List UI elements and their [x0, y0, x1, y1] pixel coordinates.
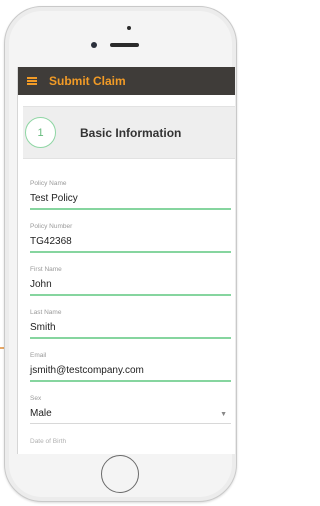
- field-underline: [30, 380, 231, 382]
- field-underline: [30, 294, 231, 296]
- step-number-badge: 1: [25, 117, 56, 148]
- first-name-field[interactable]: First Name John: [30, 266, 235, 309]
- first-name-input[interactable]: John: [30, 279, 52, 290]
- field-label: Policy Name: [30, 180, 67, 187]
- field-label: Email: [30, 352, 47, 359]
- policy-name-field[interactable]: Policy Name Test Policy: [30, 180, 235, 223]
- field-underline: [30, 208, 231, 210]
- sensor-dot: [127, 26, 131, 30]
- field-underline: [30, 251, 231, 253]
- front-camera: [91, 42, 97, 48]
- field-label: Date of Birth: [30, 438, 67, 445]
- dropdown-caret-icon[interactable]: ▼: [220, 411, 227, 418]
- policy-name-input[interactable]: Test Policy: [30, 193, 78, 204]
- claim-form: Policy Name Test Policy Policy Number TG…: [30, 180, 235, 481]
- home-button[interactable]: [101, 455, 139, 493]
- last-name-field[interactable]: Last Name Smith: [30, 309, 235, 352]
- menu-icon[interactable]: [27, 77, 37, 85]
- field-underline: [30, 423, 231, 424]
- earpiece-speaker: [110, 43, 139, 47]
- policy-number-field[interactable]: Policy Number TG42368: [30, 223, 235, 266]
- field-label: Last Name: [30, 309, 62, 316]
- app-bar: Submit Claim: [18, 67, 235, 95]
- step-title: Basic Information: [80, 125, 182, 140]
- last-name-input[interactable]: Smith: [30, 322, 56, 333]
- email-field[interactable]: Email jsmith@testcompany.com: [30, 352, 235, 395]
- field-label: Policy Number: [30, 223, 73, 230]
- sex-select[interactable]: Male: [30, 408, 52, 419]
- email-input[interactable]: jsmith@testcompany.com: [30, 365, 144, 376]
- field-label: First Name: [30, 266, 62, 273]
- app-title: Submit Claim: [49, 74, 126, 88]
- field-label: Sex: [30, 395, 42, 402]
- policy-number-input[interactable]: TG42368: [30, 236, 72, 247]
- field-underline: [30, 337, 231, 339]
- sex-select-field[interactable]: Sex Male ▼: [30, 395, 235, 438]
- step-header: 1 Basic Information: [23, 106, 235, 159]
